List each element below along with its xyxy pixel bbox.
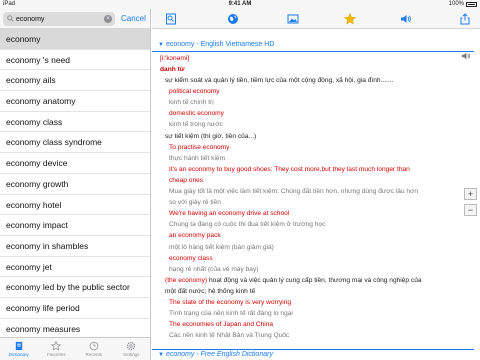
zoom-in-button[interactable]: + <box>464 188 477 200</box>
translation: kinh tế chính trị <box>169 99 214 107</box>
star-icon <box>51 341 62 351</box>
word-list-item[interactable]: economy 's need <box>0 50 150 71</box>
section-title: economy - Free English Dictionary <box>165 351 273 358</box>
word-list-item[interactable]: economy device <box>0 153 150 174</box>
tab-label: Settings <box>123 352 140 357</box>
word-list-item[interactable]: economy jet <box>0 257 150 278</box>
pronunciation: [i:'kɔnəmi] <box>160 55 190 62</box>
definition-content: ▼ economy - English Vietnamese HD [i:'kɔn… <box>152 29 480 360</box>
search-bar: × Cancel <box>0 9 150 29</box>
dictionary-icon <box>15 341 22 351</box>
definition: sự kiểm soát và quản lý tiền, tiềm lực c… <box>165 77 394 84</box>
zoom-out-button[interactable]: − <box>464 204 477 216</box>
word-list: economy economy 's need economy ails econom… <box>0 29 150 340</box>
usage-tag: (the economy) <box>165 276 208 284</box>
translation: Tình trạng của nền kinh tế rất đáng lo n… <box>169 310 293 318</box>
translation: so với giày rẻ tiền <box>169 199 221 207</box>
definition: một đất nước; hệ thống kinh tế <box>165 287 256 295</box>
clock-icon <box>89 341 99 351</box>
tab-label: Favorites <box>46 352 66 357</box>
translation: Mua giày tốt là một việc làm tiết kiệm: … <box>169 188 419 195</box>
tab-dictionary[interactable]: Dictionary <box>0 338 38 360</box>
example-sentence: The economies of Japan and China <box>169 321 274 329</box>
favorite-star-icon[interactable] <box>344 13 356 25</box>
tab-label: Dictionary <box>8 352 29 357</box>
word-list-item[interactable]: economy life period <box>0 298 150 319</box>
word-list-item[interactable]: economy in shambles <box>0 236 150 257</box>
collapse-triangle-icon: ▼ <box>158 42 164 48</box>
translation: Chúng ta đang có cuộc thi đua tiết kiệm … <box>169 221 326 229</box>
clock: 9:41 AM <box>228 1 252 7</box>
word-list-item[interactable]: economy impact <box>0 215 150 236</box>
clear-search-icon[interactable]: × <box>104 15 112 23</box>
part-of-speech: danh từ <box>160 66 185 73</box>
definition: (the economy) hoạt động và việc quản lý … <box>165 276 422 285</box>
word-list-item[interactable]: economy class <box>0 112 150 133</box>
battery-icon <box>466 2 477 7</box>
word-list-item[interactable]: economy class syndrome <box>0 132 150 154</box>
translation: một lô hàng tiết kiệm (bán giảm giá) <box>169 243 274 251</box>
word-list-item[interactable]: economy hotel <box>0 195 150 216</box>
word-list-item[interactable]: economy ails <box>0 70 150 92</box>
definition-toolbar <box>152 9 480 29</box>
tab-bar: Dictionary Favorites Recents Settings <box>0 337 150 360</box>
translation: Các nền kinh tế Nhật Bản và Trung Quốc <box>169 332 290 340</box>
word-list-item[interactable]: economy led by the public sector <box>0 277 150 298</box>
translation: thực hành tiết kiệm <box>169 154 226 162</box>
search-input[interactable] <box>16 13 101 25</box>
word-list-item[interactable]: economy anatomy <box>0 91 150 112</box>
gear-icon <box>127 341 136 351</box>
section-title: economy - English Vietnamese HD <box>165 41 275 48</box>
example-sentence: an economy pack <box>169 232 221 240</box>
status-bar: iPad 9:41 AM 100% <box>0 0 480 9</box>
word-list-item[interactable]: economy growth <box>0 174 150 195</box>
tab-recents[interactable]: Recents <box>75 338 113 360</box>
battery-percent: 100% <box>448 1 464 7</box>
dictionary-section-header[interactable]: ▼ economy - English Vietnamese HD <box>152 40 474 50</box>
pronounce-speaker-icon[interactable] <box>461 51 471 61</box>
tab-settings[interactable]: Settings <box>113 338 151 360</box>
example-sentence: political economy <box>169 88 220 96</box>
example-sentence: The state of the economy is very worryin… <box>169 299 292 306</box>
example-sentence: We're having an economy drive at school <box>169 210 290 218</box>
image-icon[interactable] <box>287 13 299 25</box>
definition-pane: ▼ economy - English Vietnamese HD [i:'kɔn… <box>152 9 480 360</box>
section-divider <box>152 51 474 52</box>
word-list-item[interactable]: economy <box>0 29 150 50</box>
dictionary-section-header[interactable]: ▼ economy - Free English Dictionary <box>152 350 474 360</box>
word-list-pane: × Cancel economyeconomy 's needeconomy a… <box>0 9 151 360</box>
globe-icon[interactable] <box>227 13 239 25</box>
definition-text: hoạt động và việc quản lý cung cấp tiền,… <box>207 276 422 284</box>
example-sentence: It's an economy to buy good shoes: They … <box>169 165 410 173</box>
example-sentence: cheap ones <box>169 176 204 184</box>
search-field[interactable]: × <box>3 12 115 26</box>
bookmark-list-icon[interactable] <box>165 13 177 25</box>
translation: kinh tế trong nước <box>169 121 223 129</box>
definition: sự tiết kiệm (thì giờ, tiền của...) <box>165 132 257 140</box>
example-sentence: economy class <box>169 254 213 262</box>
search-icon <box>7 15 14 22</box>
example-sentence: To practise economy <box>169 143 230 151</box>
cancel-button[interactable]: Cancel <box>121 14 146 23</box>
collapse-triangle-icon: ▼ <box>158 352 164 358</box>
tab-label: Recents <box>85 352 102 357</box>
speaker-icon[interactable] <box>400 13 412 25</box>
translation: hạng rẻ nhất (của vé máy bay) <box>169 265 259 273</box>
example-sentence: domestic economy <box>169 110 224 118</box>
tab-favorites[interactable]: Favorites <box>38 338 76 360</box>
share-icon[interactable] <box>459 13 471 25</box>
